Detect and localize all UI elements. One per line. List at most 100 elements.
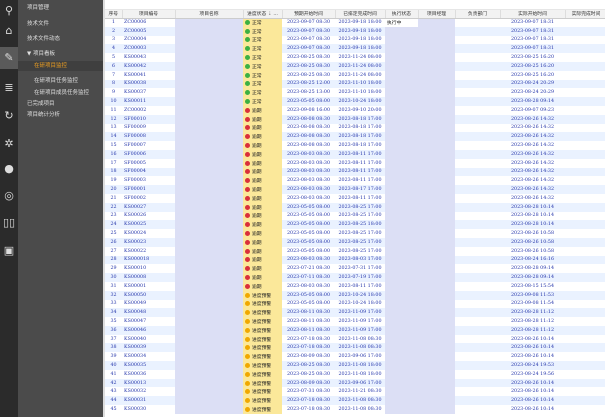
- table-row[interactable]: 44 KS00031 进度预警 2023-07-18 08:30 2023-11-08 …: [105, 396, 605, 406]
- column-header[interactable]: 序号: [105, 10, 123, 19]
- project-code[interactable]: ZC00002: [122, 106, 175, 115]
- project-name[interactable]: [175, 202, 243, 212]
- menu-item[interactable]: 已完成项目: [27, 99, 55, 107]
- project-code[interactable]: KS00013: [122, 378, 175, 388]
- project-code[interactable]: KS00008: [122, 273, 175, 282]
- table-row[interactable]: 36 KS00046 进度预警 2023-08-11 08:30 2023-11-09 …: [105, 325, 605, 335]
- project-code[interactable]: KS00047: [122, 317, 175, 326]
- table-row[interactable]: 40 KS00035 进度预警 2023-08-25 08:30 2023-11-08 …: [105, 361, 605, 370]
- menu-item[interactable]: ▼ 项目看板: [27, 49, 55, 57]
- edit-icon[interactable]: ✎: [0, 47, 18, 69]
- project-code[interactable]: KS00043: [122, 53, 175, 62]
- project-name[interactable]: [175, 158, 243, 168]
- project-name[interactable]: [175, 220, 243, 230]
- project-code[interactable]: KS00001: [122, 282, 175, 291]
- project-code[interactable]: KS00037: [122, 88, 175, 97]
- project-code[interactable]: SF00009: [122, 124, 175, 133]
- project-code[interactable]: SF00002: [122, 194, 175, 203]
- database-icon[interactable]: ≣: [0, 77, 18, 99]
- home-icon[interactable]: ⌂: [0, 20, 18, 42]
- column-header[interactable]: 实际开始时间: [500, 10, 566, 19]
- project-name[interactable]: [175, 334, 243, 344]
- project-code[interactable]: SF00003: [122, 176, 175, 185]
- project-code[interactable]: KS00025: [122, 220, 175, 230]
- table-row[interactable]: 23 KS00026 逾期 2023-05-05 08:00 2023-08-25 17…: [105, 211, 605, 221]
- project-name[interactable]: [175, 141, 243, 150]
- table-row[interactable]: 3 ZC00004 正常 2023-09-07 08:30 2023-09-18 18:…: [105, 35, 605, 45]
- project-name[interactable]: [175, 79, 243, 89]
- table-row[interactable]: 38 KS00039 进度预警 2023-07-18 08:30 2023-11-08 …: [105, 343, 605, 353]
- table-row[interactable]: 43 KS00032 进度预警 2023-07-31 08:30 2023-11-21 …: [105, 387, 605, 397]
- project-name[interactable]: [175, 176, 243, 186]
- table-row[interactable]: 31 KS00001 逾期 2023-08-03 08:30 2023-08-11 17…: [105, 281, 605, 291]
- table-row[interactable]: 20 SF00001 逾期 2023-08-03 08:30 2023-08-17 17…: [105, 185, 605, 194]
- table-row[interactable]: 4 ZC00003 正常 2023-09-07 08:30 2023-09-18 18:…: [105, 44, 605, 54]
- project-code[interactable]: ZC00006: [122, 18, 175, 27]
- project-code[interactable]: ZC00003: [122, 44, 175, 54]
- table-row[interactable]: 1 ZC00006 正常 2023-09-07 08:30 2023-09-18 18:…: [105, 18, 605, 27]
- column-header[interactable]: 预期开始时间: [282, 10, 336, 19]
- table-row[interactable]: 19 SF00003 逾期 2023-08-03 08:30 2023-08-11 17…: [105, 176, 605, 186]
- project-code[interactable]: KS00049: [122, 300, 175, 309]
- project-code[interactable]: KS00027: [122, 202, 175, 212]
- table-row[interactable]: 6 KS00042 正常 2023-08-25 08:30 2023-11-24 08:…: [105, 61, 605, 71]
- project-name[interactable]: [175, 361, 243, 370]
- table-row[interactable]: 37 KS00040 进度预警 2023-07-18 08:30 2023-11-08 …: [105, 334, 605, 344]
- table-row[interactable]: 14 SF00008 逾期 2023-08-08 08:30 2023-08-18 17…: [105, 132, 605, 142]
- table-row[interactable]: 5 KS00043 正常 2023-08-25 08:30 2023-11-24 08:…: [105, 53, 605, 62]
- table-row[interactable]: 34 KS00048 进度预警 2023-08-11 08:30 2023-11-09 …: [105, 308, 605, 318]
- table-row[interactable]: 7 KS00041 正常 2023-08-25 08:30 2023-11-24 08:…: [105, 70, 605, 80]
- project-name[interactable]: [175, 211, 243, 221]
- project-code[interactable]: SF00001: [122, 185, 175, 194]
- column-header[interactable]: 项目编号: [122, 10, 176, 19]
- project-code[interactable]: KS00030: [122, 405, 175, 414]
- project-name[interactable]: [175, 35, 243, 45]
- book-icon[interactable]: ▯▯: [0, 212, 18, 234]
- table-row[interactable]: 9 KS00037 正常 2023-08-25 13:00 2023-11-10 18:…: [105, 88, 605, 98]
- project-code[interactable]: KS000018: [122, 255, 175, 265]
- table-row[interactable]: 33 KS00049 进度预警 2023-05-05 08:00 2023-10-24 …: [105, 299, 605, 309]
- table-row[interactable]: 11 ZC00002 逾期 2023-09-08 16:00 2023-09-10 20…: [105, 105, 605, 115]
- project-name[interactable]: [175, 299, 243, 309]
- project-code[interactable]: KS00011: [122, 97, 175, 106]
- table-row[interactable]: 27 KS00022 逾期 2023-05-05 08:00 2023-08-25 17…: [105, 246, 605, 256]
- project-name[interactable]: [175, 237, 243, 247]
- project-code[interactable]: KS00041: [122, 71, 175, 80]
- project-code[interactable]: KS00031: [122, 396, 175, 406]
- table-row[interactable]: 25 KS00024 逾期 2023-05-05 08:00 2023-08-25 17…: [105, 229, 605, 238]
- project-name[interactable]: [175, 396, 243, 406]
- table-row[interactable]: 16 SF00006 逾期 2023-08-03 08:30 2023-08-11 17…: [105, 149, 605, 159]
- search-icon[interactable]: ⚲: [0, 0, 18, 22]
- project-name[interactable]: [175, 343, 243, 353]
- project-code[interactable]: KS00039: [122, 343, 175, 353]
- project-name[interactable]: [175, 53, 243, 62]
- table-row[interactable]: 29 KS00010 逾期 2023-07-21 08:30 2023-07-31 17…: [105, 264, 605, 274]
- project-code[interactable]: KS00023: [122, 237, 175, 247]
- table-row[interactable]: 39 KS00034 进度预警 2023-08-09 08:30 2023-09-06 …: [105, 352, 605, 362]
- project-code[interactable]: KS00034: [122, 352, 175, 361]
- project-code[interactable]: KS00026: [122, 212, 175, 221]
- table-row[interactable]: 30 KS00008 逾期 2023-07-11 08:30 2023-07-19 17…: [105, 273, 605, 282]
- project-code[interactable]: ZC00004: [122, 36, 175, 45]
- project-name[interactable]: [175, 26, 243, 36]
- project-code[interactable]: KS00024: [122, 229, 175, 238]
- contact-card-icon[interactable]: ▣: [0, 240, 18, 262]
- project-name[interactable]: [175, 255, 243, 265]
- table-row[interactable]: 17 SF00005 逾期 2023-08-03 08:30 2023-08-11 17…: [105, 158, 605, 168]
- project-name[interactable]: [175, 88, 243, 98]
- broadcast-icon[interactable]: ◎: [0, 185, 18, 207]
- column-header[interactable]: 进度状态 ⇣ ...: [243, 10, 283, 19]
- project-code[interactable]: KS00038: [122, 79, 175, 89]
- menu-item[interactable]: 技术文件动态: [27, 34, 60, 42]
- project-name[interactable]: [175, 387, 243, 397]
- table-row[interactable]: 45 KS00030 进度预警 2023-07-18 08:30 2023-11-08 …: [105, 405, 605, 414]
- project-name[interactable]: [175, 317, 243, 326]
- table-row[interactable]: 10 KS00011 正常 2023-05-05 08:00 2023-10-24 18…: [105, 97, 605, 106]
- project-code[interactable]: SF00004: [122, 167, 175, 177]
- table-row[interactable]: 21 SF00002 逾期 2023-08-03 08:30 2023-08-11 17…: [105, 193, 605, 203]
- project-code[interactable]: KS00036: [122, 370, 175, 379]
- table-row[interactable]: 22 KS00027 逾期 2023-05-05 08:00 2023-08-25 17…: [105, 202, 605, 212]
- table-row[interactable]: 8 KS00038 正常 2023-08-25 12:00 2023-11-10 18:…: [105, 79, 605, 89]
- table-row[interactable]: 41 KS00036 进度预警 2023-08-25 08:30 2023-11-08 …: [105, 369, 605, 379]
- project-code[interactable]: KS00046: [122, 325, 175, 335]
